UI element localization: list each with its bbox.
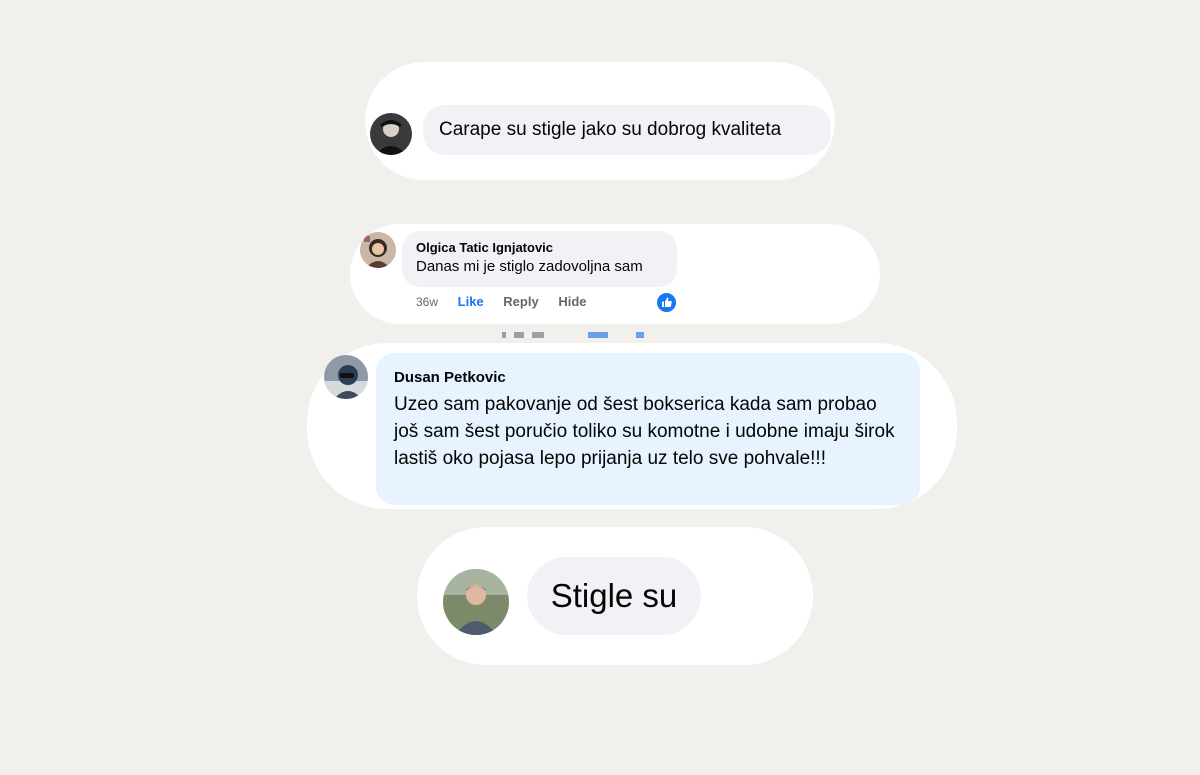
comment-card-4: Stigle su [417, 527, 813, 665]
comment-text: Stigle su [550, 577, 678, 614]
like-button[interactable]: Like [458, 294, 484, 309]
avatar[interactable] [443, 569, 509, 635]
avatar[interactable] [370, 113, 412, 155]
avatar[interactable] [324, 355, 368, 399]
comment-card-2: Olgica Tatic Ignjatovic Danas mi je stig… [350, 224, 880, 324]
comment-text: Danas mi je stiglo zadovoljna sam [416, 258, 643, 275]
hide-button[interactable]: Hide [558, 294, 586, 309]
comment-card-3: Dusan Petkovic Uzeo sam pakovanje od šes… [307, 343, 957, 509]
comment-bubble: Stigle su [527, 557, 701, 635]
comment-actions: 36w Like Reply Hide [416, 294, 602, 309]
avatar[interactable] [360, 232, 396, 268]
comment-text: Uzeo sam pakovanje od šest bokserica kad… [394, 394, 895, 469]
comment-card-1: Carape su stigle jako su dobrog kvalitet… [365, 62, 835, 180]
comment-timestamp[interactable]: 36w [416, 295, 438, 309]
comment-bubble: Olgica Tatic Ignjatovic Danas mi je stig… [402, 231, 677, 287]
comment-bubble: Carape su stigle jako su dobrog kvalitet… [423, 105, 831, 155]
comment-text: Carape su stigle jako su dobrog kvalitet… [439, 119, 782, 140]
comment-author[interactable]: Olgica Tatic Ignjatovic [416, 239, 663, 257]
comment-author[interactable]: Dusan Petkovic [394, 367, 902, 389]
thumbs-up-reaction-icon[interactable] [656, 292, 677, 313]
reply-button[interactable]: Reply [503, 294, 538, 309]
comment-bubble: Dusan Petkovic Uzeo sam pakovanje od šes… [376, 353, 920, 505]
